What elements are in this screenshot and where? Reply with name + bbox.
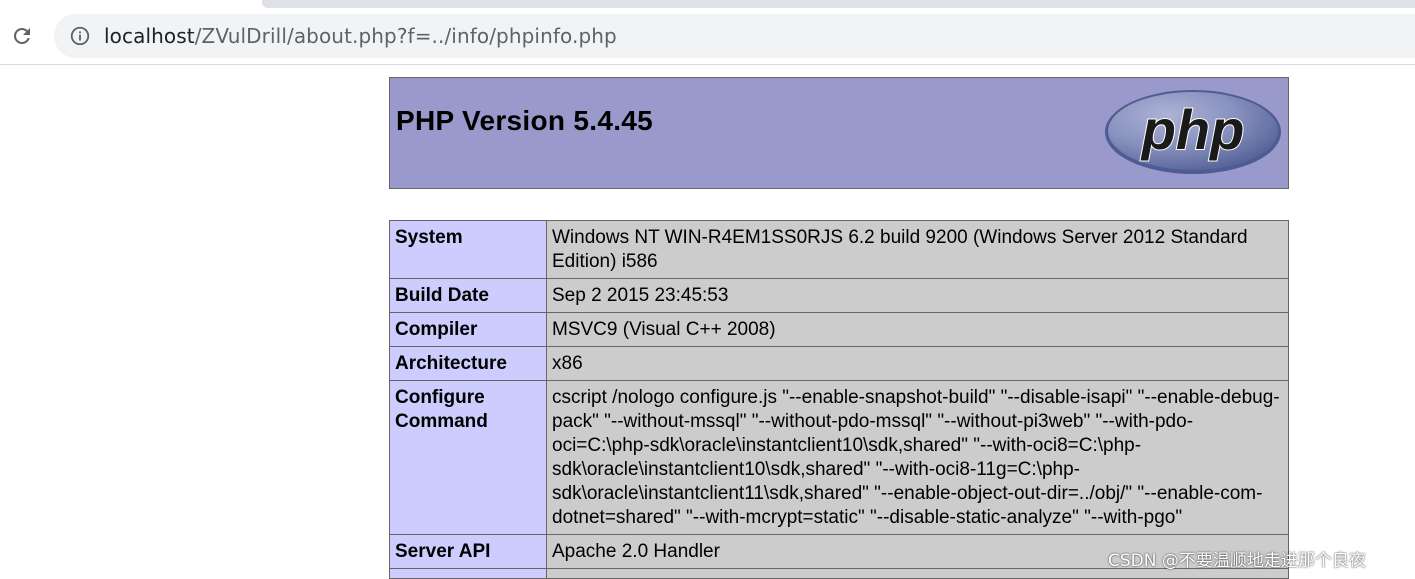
- phpinfo-table: System Windows NT WIN-R4EM1SS0RJS 6.2 bui…: [389, 220, 1289, 579]
- browser-toolbar: localhost/ZVulDrill/about.php?f=../info/…: [0, 8, 1415, 65]
- row-value: cscript /nologo configure.js "--enable-s…: [546, 380, 1289, 535]
- php-logo-icon[interactable]: php: [1104, 89, 1282, 175]
- watermark: CSDN @不要温顺地走进那个良夜: [1108, 551, 1366, 571]
- table-row: Configure Command cscript /nologo configu…: [389, 380, 1289, 535]
- table-row: Compiler MSVC9 (Visual C++ 2008): [389, 312, 1289, 347]
- table-row: Architecture x86: [389, 346, 1289, 381]
- url-host: localhost: [104, 24, 195, 48]
- row-key: [389, 568, 547, 579]
- phpinfo-header: PHP Version 5.4.45 php: [389, 77, 1289, 189]
- table-row: System Windows NT WIN-R4EM1SS0RJS 6.2 bui…: [389, 220, 1289, 279]
- tab-strip-edge: [262, 0, 1415, 8]
- tab-strip: [0, 0, 1415, 8]
- phpinfo-content: PHP Version 5.4.45 php System Windows NT …: [389, 77, 1289, 579]
- reload-icon: [14, 28, 30, 44]
- row-value: x86: [546, 346, 1289, 381]
- reload-button[interactable]: [6, 20, 38, 52]
- row-value: Sep 2 2015 23:45:53: [546, 278, 1289, 313]
- url-path: /ZVulDrill/about.php?f=../info/phpinfo.p…: [194, 24, 617, 48]
- row-key: Configure Command: [389, 380, 547, 535]
- table-row: Build Date Sep 2 2015 23:45:53: [389, 278, 1289, 313]
- url-text[interactable]: localhost/ZVulDrill/about.php?f=../info/…: [104, 24, 617, 48]
- row-key: Compiler: [389, 312, 547, 347]
- row-key: Architecture: [389, 346, 547, 381]
- row-key: Build Date: [389, 278, 547, 313]
- row-key: System: [389, 220, 547, 279]
- row-value: MSVC9 (Visual C++ 2008): [546, 312, 1289, 347]
- address-bar[interactable]: localhost/ZVulDrill/about.php?f=../info/…: [54, 14, 1415, 58]
- row-value: Windows NT WIN-R4EM1SS0RJS 6.2 build 920…: [546, 220, 1289, 279]
- info-icon[interactable]: [68, 24, 92, 48]
- row-key: Server API: [389, 534, 547, 569]
- page-title: PHP Version 5.4.45: [396, 105, 654, 136]
- php-logo-text: php: [1140, 98, 1245, 161]
